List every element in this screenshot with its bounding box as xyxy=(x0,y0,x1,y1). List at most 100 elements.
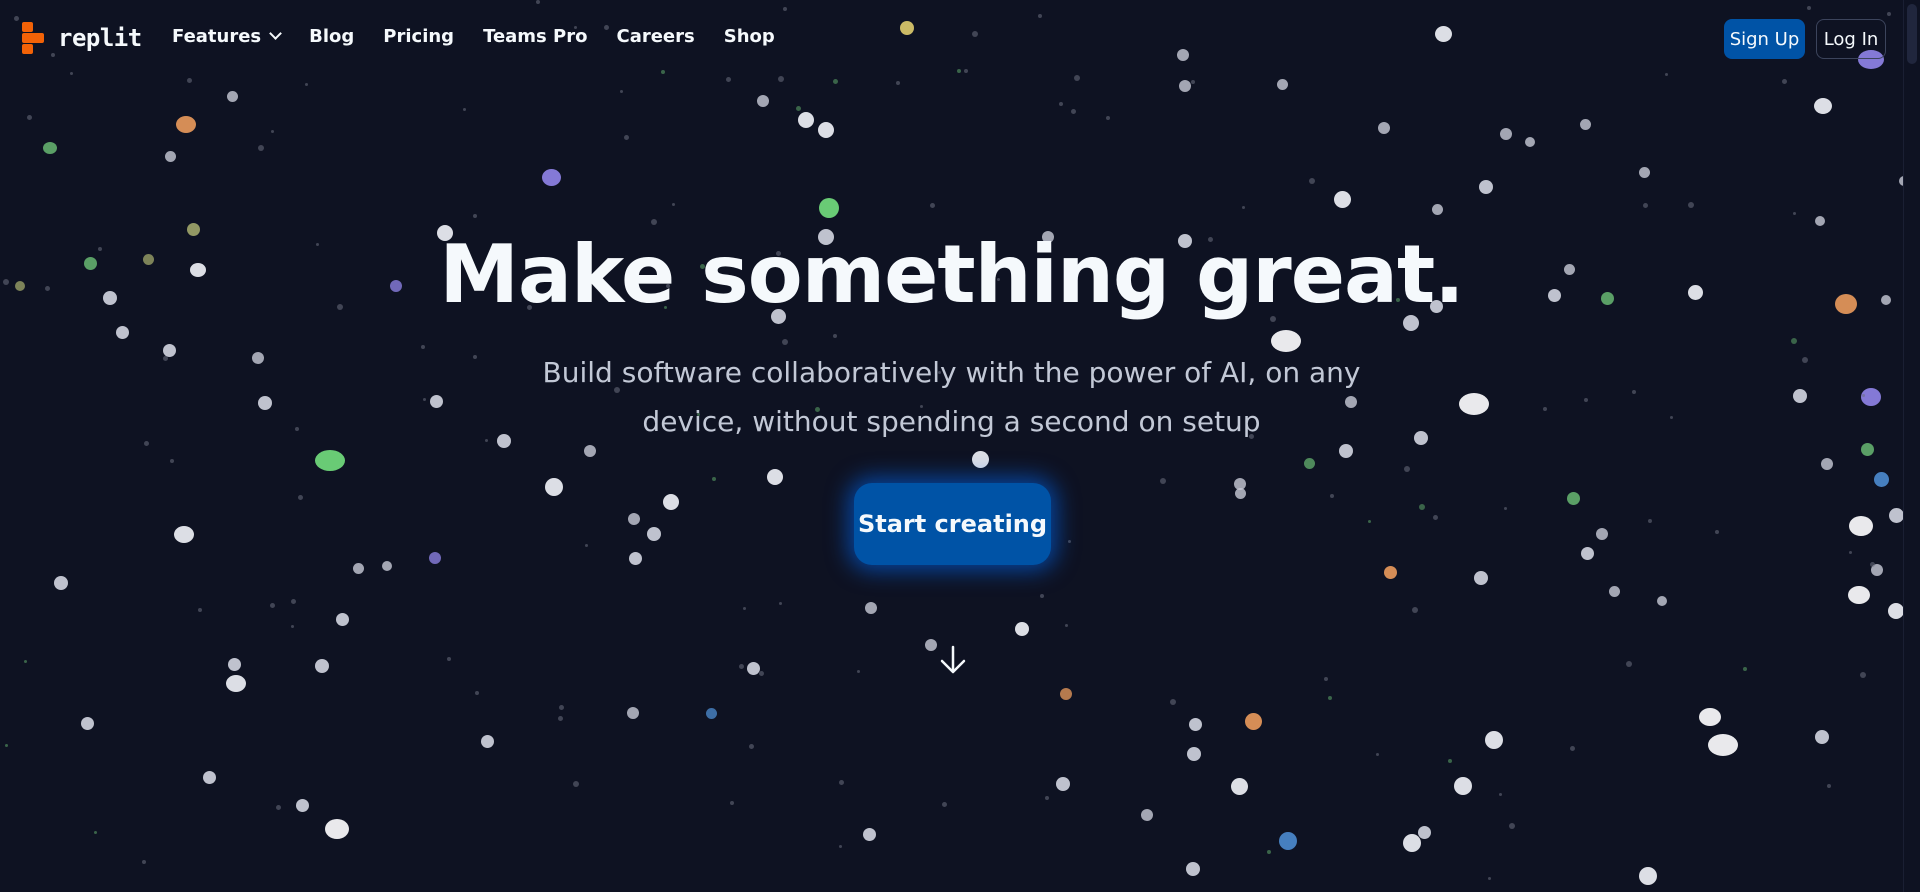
nav-link-teams-pro[interactable]: Teams Pro xyxy=(483,26,587,47)
particle xyxy=(480,734,494,748)
particle-speck xyxy=(1782,79,1787,84)
particle xyxy=(628,551,642,565)
particle-speck xyxy=(24,660,27,663)
particle-speck xyxy=(1267,850,1271,854)
particle xyxy=(1638,166,1650,178)
particle xyxy=(1639,867,1657,885)
particle xyxy=(1015,622,1029,636)
particle xyxy=(1814,98,1832,114)
particle-speck xyxy=(295,427,299,431)
particle-speck xyxy=(1715,530,1719,534)
nav-link-careers[interactable]: Careers xyxy=(616,26,694,47)
particle xyxy=(746,661,760,675)
particle-speck xyxy=(291,625,294,628)
particle-speck xyxy=(620,90,623,93)
particle xyxy=(315,449,345,471)
particle-speck xyxy=(749,744,754,749)
particle-speck xyxy=(1827,784,1831,788)
particle xyxy=(1821,458,1833,470)
particle-speck xyxy=(1670,416,1673,419)
particle-speck xyxy=(1543,407,1547,411)
particle xyxy=(1579,118,1591,130)
particle xyxy=(1608,585,1620,597)
particle-speck xyxy=(1242,206,1245,209)
particle-speck xyxy=(833,334,837,338)
particle-speck xyxy=(942,802,947,807)
particle-speck xyxy=(1504,507,1507,510)
particle xyxy=(176,115,196,133)
particle-speck xyxy=(1324,677,1328,681)
particle-speck xyxy=(1448,759,1452,763)
particle-speck xyxy=(651,219,657,225)
particle-speck xyxy=(1584,398,1588,402)
particle xyxy=(162,343,176,357)
particle-speck xyxy=(1071,109,1076,114)
particle xyxy=(54,576,68,590)
start-creating-button[interactable]: Start creating xyxy=(854,483,1051,565)
particle xyxy=(1187,747,1201,761)
particle xyxy=(757,95,769,107)
particle xyxy=(865,602,877,614)
particle xyxy=(295,798,309,812)
particle-speck xyxy=(1570,746,1575,751)
particle xyxy=(1060,688,1072,700)
particle-speck xyxy=(779,602,782,605)
replit-logo[interactable]: replit xyxy=(22,22,142,54)
particle-speck xyxy=(473,214,477,218)
particle-speck xyxy=(896,81,900,85)
particle-speck xyxy=(1849,551,1852,554)
particle xyxy=(627,707,639,719)
arrow-down-icon[interactable] xyxy=(938,644,968,676)
particle-speck xyxy=(839,845,842,848)
particle xyxy=(1500,128,1512,140)
scrollbar-thumb[interactable] xyxy=(1907,4,1917,64)
particle-speck xyxy=(1328,696,1332,700)
logo-text: replit xyxy=(58,24,142,52)
particle-speck xyxy=(1648,519,1652,523)
particle xyxy=(325,819,349,839)
particle xyxy=(705,707,717,719)
particle-speck xyxy=(198,608,202,612)
nav-link-pricing[interactable]: Pricing xyxy=(383,26,454,47)
particle-speck xyxy=(1160,478,1166,484)
particle xyxy=(1056,777,1070,791)
particle-speck xyxy=(1419,504,1425,510)
particle xyxy=(227,657,241,671)
particle-speck xyxy=(796,106,801,111)
particle xyxy=(1383,565,1397,579)
particle-speck xyxy=(170,459,174,463)
particle xyxy=(647,527,661,541)
particle xyxy=(1417,825,1431,839)
particle-speck xyxy=(857,670,860,673)
particle-speck xyxy=(1368,520,1371,523)
particle-speck xyxy=(270,603,275,608)
particle-speck xyxy=(1191,80,1195,84)
particle-speck xyxy=(473,355,477,359)
particle xyxy=(1276,78,1288,90)
particle xyxy=(1186,862,1200,876)
hero-subtitle: Build software collaboratively with the … xyxy=(542,356,1361,438)
log-in-button[interactable]: Log In xyxy=(1816,19,1886,59)
particle-speck xyxy=(833,79,838,84)
particle xyxy=(1414,431,1428,445)
particle-speck xyxy=(258,145,264,151)
particle xyxy=(545,478,563,496)
particle-speck xyxy=(759,671,764,676)
particle xyxy=(226,90,238,102)
particle-speck xyxy=(1793,212,1796,215)
sign-up-button[interactable]: Sign Up xyxy=(1724,19,1805,59)
particle xyxy=(1580,546,1594,560)
nav-link-blog[interactable]: Blog xyxy=(309,26,354,47)
particle-speck xyxy=(739,664,744,669)
scrollbar[interactable] xyxy=(1903,0,1920,892)
particle xyxy=(1230,777,1248,795)
particle xyxy=(1378,122,1390,134)
nav-link-shop[interactable]: Shop xyxy=(724,26,775,47)
particle-speck xyxy=(1499,793,1502,796)
nav-link-label: Features xyxy=(172,26,262,47)
particle xyxy=(862,827,876,841)
nav-link-features[interactable]: Features xyxy=(172,26,283,47)
particle xyxy=(315,659,329,673)
particle xyxy=(1188,717,1202,731)
particle xyxy=(352,562,364,574)
